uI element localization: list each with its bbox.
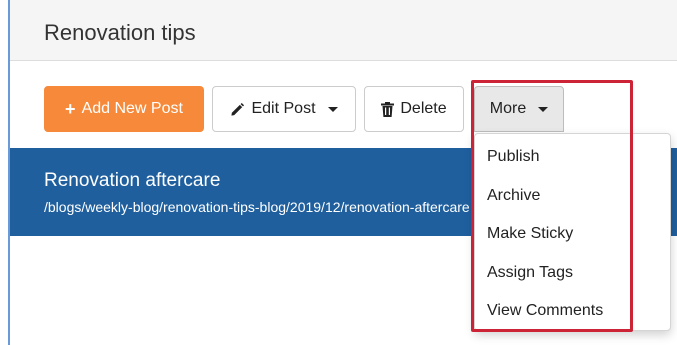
page-title: Renovation tips: [44, 20, 196, 45]
menu-item-view-comments[interactable]: View Comments: [475, 292, 670, 331]
plus-icon: +: [65, 99, 76, 119]
more-dropdown-button[interactable]: More: [474, 86, 564, 132]
add-new-post-label: Add New Post: [81, 100, 183, 117]
caret-down-icon: [538, 106, 549, 112]
edit-post-button[interactable]: Edit Post: [212, 86, 356, 132]
trash-icon: [381, 101, 395, 117]
delete-button[interactable]: Delete: [364, 86, 464, 132]
delete-label: Delete: [400, 100, 447, 117]
pencil-icon: [230, 102, 245, 117]
more-label: More: [489, 100, 527, 117]
edit-post-label: Edit Post: [251, 100, 316, 117]
menu-item-publish[interactable]: Publish: [475, 138, 670, 177]
more-dropdown-menu: Publish Archive Make Sticky Assign Tags …: [474, 133, 671, 331]
menu-item-assign-tags[interactable]: Assign Tags: [475, 254, 670, 293]
menu-item-archive[interactable]: Archive: [475, 177, 670, 216]
menu-item-make-sticky[interactable]: Make Sticky: [475, 215, 670, 254]
post-url: /blogs/weekly-blog/renovation-tips-blog/…: [44, 199, 470, 215]
post-title[interactable]: Renovation aftercare: [44, 170, 220, 192]
add-new-post-button[interactable]: + Add New Post: [44, 86, 204, 132]
caret-down-icon: [327, 106, 338, 112]
panel-header: Renovation tips: [10, 0, 677, 61]
